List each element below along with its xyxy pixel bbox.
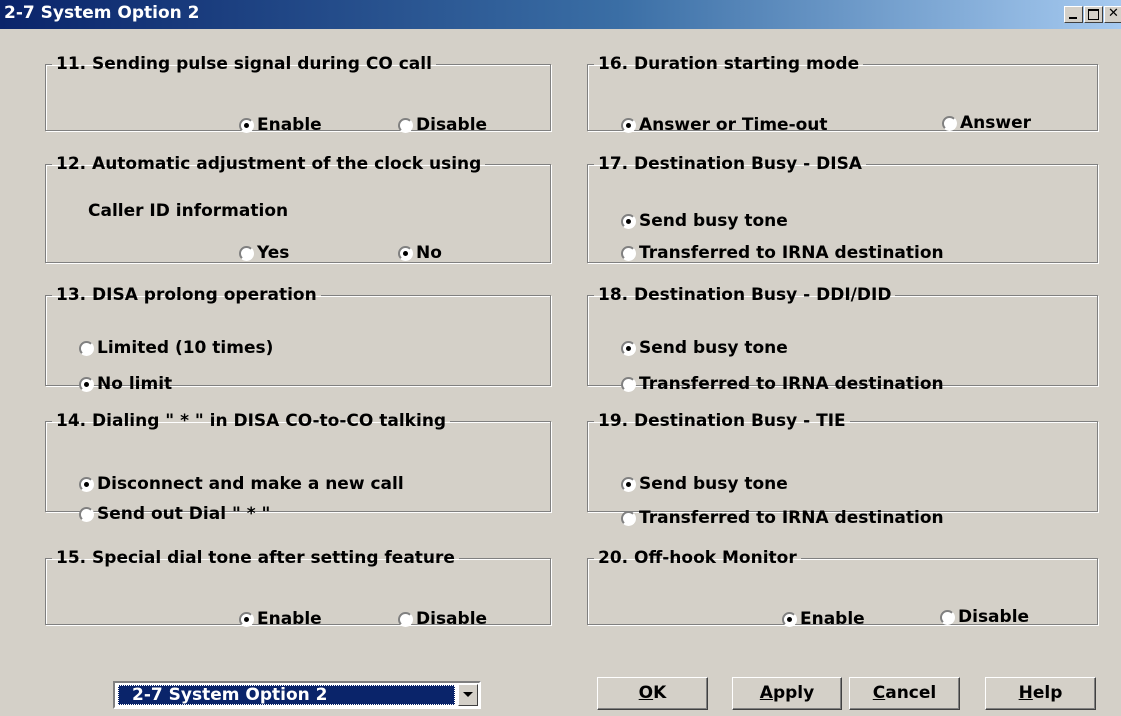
minimize-icon[interactable]: [1064, 6, 1083, 23]
group-special-dial-tone: 15. Special dial tone after setting feat…: [45, 547, 551, 629]
radio-send-out-dial[interactable]: Send out Dial " * ": [79, 504, 270, 524]
radio-icon: [621, 376, 636, 392]
ok-button[interactable]: OK: [597, 677, 708, 710]
radio-icon: [621, 117, 636, 133]
radio-icon: [942, 115, 957, 131]
group-dest-busy-tie: 19. Destination Busy - TIE Send busy ton…: [587, 410, 1098, 528]
radio-transferred-irna[interactable]: Transferred to IRNA destination: [621, 243, 944, 263]
group-subtitle: Caller ID information: [88, 201, 289, 221]
group-duration-starting-mode: 16. Duration starting mode Answer or Tim…: [587, 53, 1098, 135]
page-selector-value: 2-7 System Option 2: [118, 685, 455, 705]
group-title: 11. Sending pulse signal during CO call: [56, 54, 432, 74]
radio-icon: [621, 476, 636, 492]
window-title-bar[interactable]: 2-7 System Option 2: [0, 0, 1121, 29]
group-title: 20. Off-hook Monitor: [598, 548, 797, 568]
group-off-hook-monitor: 20. Off-hook Monitor Enable Disable: [587, 547, 1098, 629]
radio-icon: [239, 611, 254, 627]
radio-answer[interactable]: Answer: [942, 113, 1031, 133]
radio-icon: [621, 510, 636, 526]
radio-answer-or-timeout[interactable]: Answer or Time-out: [621, 115, 828, 135]
radio-icon: [79, 376, 94, 392]
radio-send-busy-tone[interactable]: Send busy tone: [621, 211, 788, 231]
group-clock-adjustment: 12. Automatic adjustment of the clock us…: [45, 153, 551, 263]
radio-disable[interactable]: Disable: [398, 115, 487, 135]
radio-icon: [79, 476, 94, 492]
radio-icon: [398, 117, 413, 133]
radio-icon: [398, 245, 413, 261]
radio-icon: [621, 340, 636, 356]
help-button[interactable]: Help: [985, 677, 1096, 710]
chevron-down-icon[interactable]: [458, 684, 478, 706]
radio-disconnect[interactable]: Disconnect and make a new call: [79, 474, 404, 494]
radio-yes[interactable]: Yes: [239, 243, 289, 263]
radio-icon: [621, 245, 636, 261]
radio-disable[interactable]: Disable: [398, 609, 487, 629]
window-title: 2-7 System Option 2: [4, 3, 200, 23]
group-title: 18. Destination Busy - DDI/DID: [598, 285, 892, 305]
radio-disable[interactable]: Disable: [940, 607, 1029, 627]
group-title: 16. Duration starting mode: [598, 54, 860, 74]
apply-button[interactable]: Apply: [732, 677, 842, 710]
radio-icon: [79, 340, 94, 356]
group-dest-busy-disa: 17. Destination Busy - DISA Send busy to…: [587, 153, 1098, 263]
radio-transferred-irna[interactable]: Transferred to IRNA destination: [621, 374, 944, 394]
close-icon[interactable]: [1104, 6, 1121, 23]
radio-limited[interactable]: Limited (10 times): [79, 338, 273, 358]
radio-enable[interactable]: Enable: [239, 609, 322, 629]
radio-no[interactable]: No: [398, 243, 442, 263]
group-title: 12. Automatic adjustment of the clock us…: [56, 154, 482, 174]
group-dialing-star: 14. Dialing " * " in DISA CO-to-CO talki…: [45, 410, 551, 524]
group-dest-busy-ddi-did: 18. Destination Busy - DDI/DID Send busy…: [587, 284, 1098, 394]
radio-send-busy-tone[interactable]: Send busy tone: [621, 474, 788, 494]
group-title: 15. Special dial tone after setting feat…: [56, 548, 455, 568]
group-title: 13. DISA prolong operation: [56, 285, 317, 305]
radio-icon: [239, 245, 254, 261]
radio-icon: [239, 117, 254, 133]
group-title: 19. Destination Busy - TIE: [598, 411, 846, 431]
cancel-button[interactable]: Cancel: [849, 677, 960, 710]
radio-enable[interactable]: Enable: [782, 609, 865, 629]
radio-icon: [398, 611, 413, 627]
maximize-icon[interactable]: [1084, 6, 1103, 23]
group-sending-pulse-signal: 11. Sending pulse signal during CO call …: [45, 53, 551, 135]
radio-transferred-irna[interactable]: Transferred to IRNA destination: [621, 508, 944, 528]
group-title: 14. Dialing " * " in DISA CO-to-CO talki…: [56, 411, 447, 431]
radio-icon: [940, 609, 955, 625]
radio-icon: [782, 611, 797, 627]
radio-enable[interactable]: Enable: [239, 115, 322, 135]
group-disa-prolong: 13. DISA prolong operation Limited (10 t…: [45, 284, 551, 394]
radio-icon: [621, 213, 636, 229]
page-selector-dropdown[interactable]: 2-7 System Option 2: [113, 681, 481, 709]
group-title: 17. Destination Busy - DISA: [598, 154, 862, 174]
radio-icon: [79, 506, 94, 522]
radio-no-limit[interactable]: No limit: [79, 374, 172, 394]
radio-send-busy-tone[interactable]: Send busy tone: [621, 338, 788, 358]
